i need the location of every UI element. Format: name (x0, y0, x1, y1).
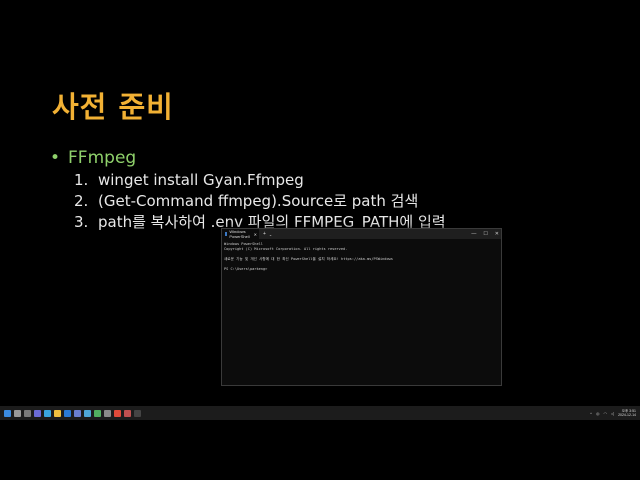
task-view-icon[interactable] (24, 409, 31, 417)
maximize-icon[interactable]: ☐ (483, 231, 487, 237)
wifi-icon[interactable]: ◠ (604, 411, 608, 416)
terminal-prompt[interactable]: PS C:\Users\parkeng> (224, 267, 499, 272)
tab-close-icon[interactable]: ✕ (254, 232, 257, 237)
terminal-tab[interactable]: Windows PowerShell ✕ (222, 229, 259, 239)
volume-icon[interactable]: ◁ (611, 411, 614, 416)
new-tab-icon[interactable]: + (263, 231, 266, 237)
edge-icon[interactable] (44, 409, 51, 417)
app-icon-4[interactable] (104, 409, 111, 417)
clock[interactable]: 오후 3:51 2024-12-14 (618, 409, 636, 417)
vscode-icon[interactable] (64, 409, 71, 417)
chrome-icon[interactable] (114, 409, 121, 417)
taskbar-icons (0, 409, 141, 417)
app-icon-2[interactable] (84, 409, 91, 417)
window-controls: — ☐ ✕ (471, 229, 499, 239)
step-number: 1. (74, 171, 89, 189)
step-text: (Get-Command ffmpeg).Source로 path 검색 (98, 192, 419, 210)
list-item: 1. winget install Gyan.Ffmpeg (74, 170, 446, 191)
start-icon[interactable] (4, 409, 11, 417)
search-icon[interactable] (14, 409, 21, 417)
bullet-dot: • (50, 148, 61, 168)
step-text: winget install Gyan.Ffmpeg (98, 171, 304, 189)
file-explorer-icon[interactable] (54, 409, 61, 417)
taskbar: ^ ◎ ◠ ◁ 오후 3:51 2024-12-14 (0, 406, 640, 420)
clock-date: 2024-12-14 (618, 413, 636, 417)
bullet-text: FFmpeg (68, 148, 137, 168)
terminal-output[interactable]: Windows PowerShell Copyright (C) Microso… (222, 239, 501, 275)
list-item: 2. (Get-Command ffmpeg).Source로 path 검색 (74, 191, 446, 212)
terminal-icon[interactable] (134, 409, 141, 417)
system-tray: ^ ◎ ◠ ◁ 오후 3:51 2024-12-14 (590, 406, 636, 420)
powershell-icon (225, 232, 228, 236)
close-icon[interactable]: ✕ (495, 231, 499, 237)
steps-list: 1. winget install Gyan.Ffmpeg 2. (Get-Comm… (74, 170, 446, 233)
powershell-window[interactable]: Windows PowerShell ✕ + ⌄ — ☐ ✕ Windows P… (221, 228, 502, 386)
bottom-blank-area (0, 420, 640, 480)
tab-title: Windows PowerShell (229, 229, 250, 239)
minimize-icon[interactable]: — (471, 231, 476, 237)
chat-icon[interactable] (34, 409, 41, 417)
bullet-item: • FFmpeg (50, 148, 136, 168)
slide-title: 사전 준비 (52, 90, 174, 124)
step-number: 2. (74, 192, 89, 210)
terminal-titlebar[interactable]: Windows PowerShell ✕ + ⌄ — ☐ ✕ (222, 229, 501, 239)
network-icon[interactable]: ◎ (596, 411, 600, 416)
app-icon-5[interactable] (124, 409, 131, 417)
step-number: 3. (74, 213, 89, 231)
app-icon-3[interactable] (94, 409, 101, 417)
chevron-up-icon[interactable]: ^ (590, 411, 592, 416)
app-icon-1[interactable] (74, 409, 81, 417)
chevron-down-icon[interactable]: ⌄ (269, 232, 272, 237)
